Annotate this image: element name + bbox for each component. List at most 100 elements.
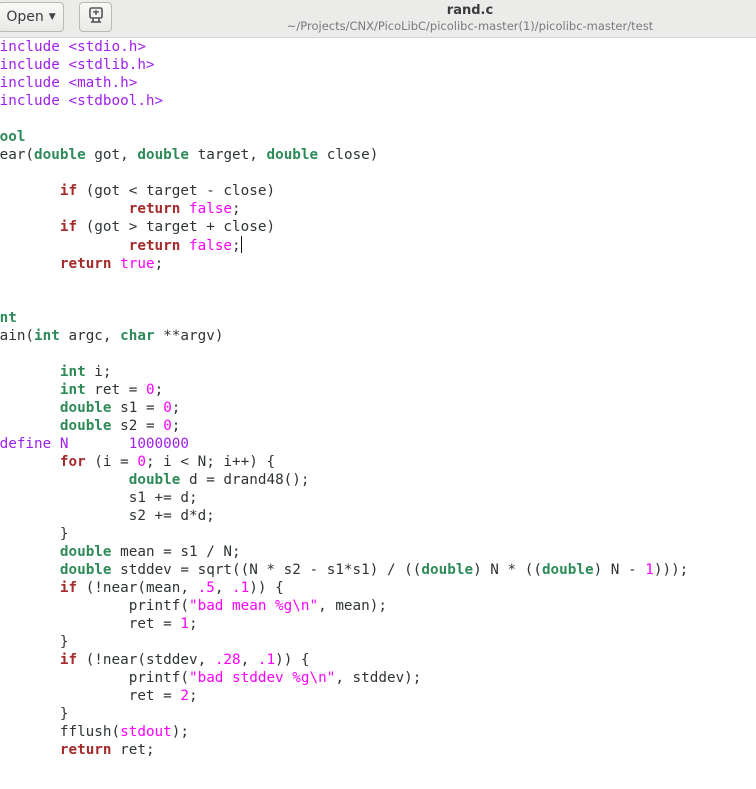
- code-line[interactable]: #include <stdbool.h>: [0, 92, 688, 110]
- code-line[interactable]: if (!near(stddev, .28, .1)) {: [0, 651, 688, 669]
- code-token-num: 1: [645, 562, 654, 578]
- code-token: d = drand48();: [180, 472, 310, 488]
- code-token-type: double: [59, 400, 112, 416]
- code-line[interactable]: s2 += d*d;: [0, 507, 688, 525]
- code-line[interactable]: int: [0, 309, 688, 327]
- code-line[interactable]: double d = drand48();: [0, 471, 688, 489]
- code-line[interactable]: ret = 1;: [0, 615, 688, 633]
- code-token: ;: [232, 201, 241, 217]
- code-token: got,: [85, 147, 138, 163]
- code-token: }: [59, 706, 69, 722]
- code-token-type: double: [59, 544, 112, 560]
- code-line[interactable]: #include <stdlib.h>: [0, 56, 688, 74]
- code-token: ; i < N; i++) {: [145, 454, 276, 470]
- code-token: }: [59, 526, 69, 542]
- code-token-type: double: [266, 147, 319, 163]
- code-token-num: .5: [197, 580, 215, 596]
- code-line[interactable]: }: [0, 705, 688, 723]
- code-line[interactable]: {: [0, 164, 688, 182]
- code-line[interactable]: int ret = 0;: [0, 381, 688, 399]
- code-line[interactable]: double s2 = 0;: [0, 417, 688, 435]
- code-line[interactable]: }: [0, 273, 688, 291]
- code-line[interactable]: fflush(stdout);: [0, 723, 688, 741]
- code-editor[interactable]: #include <stdio.h> #include <stdlib.h> #in…: [0, 38, 756, 789]
- code-token-type: char: [120, 328, 155, 344]
- code-line[interactable]: near(double got, double target, double c…: [0, 146, 688, 164]
- code-line[interactable]: double stddev = sqrt((N * s2 - s1*s1) / …: [0, 561, 688, 579]
- code-token-kw: for: [59, 454, 86, 470]
- code-token-type: double: [128, 472, 181, 488]
- code-line[interactable]: ​: [0, 110, 688, 128]
- code-line[interactable]: double s1 = 0;: [0, 399, 688, 417]
- code-token: s2 += d*d;: [0, 508, 215, 524]
- code-line[interactable]: if (!near(mean, .5, .1)) {: [0, 579, 688, 597]
- code-token-num: 0: [137, 454, 146, 470]
- code-token-type: bool: [0, 129, 26, 145]
- code-line[interactable]: printf("bad mean %g\n", mean);: [0, 597, 688, 615]
- code-line[interactable]: double mean = s1 / N;: [0, 543, 688, 561]
- code-line[interactable]: }: [0, 759, 688, 777]
- code-line[interactable]: return ret;: [0, 741, 688, 759]
- code-token: argc,: [59, 328, 121, 344]
- code-line[interactable]: ret = 2;: [0, 687, 688, 705]
- code-line[interactable]: if (got > target + close): [0, 218, 688, 236]
- code-token-type: int: [34, 328, 60, 344]
- code-line[interactable]: ​: [0, 291, 688, 309]
- code-text[interactable]: #include <stdio.h> #include <stdlib.h> #in…: [0, 38, 688, 777]
- code-token-num: .1: [232, 580, 250, 596]
- code-line[interactable]: for (i = 0; i < N; i++) {: [0, 453, 688, 471]
- code-token: ret;: [111, 742, 155, 758]
- code-token: , mean);: [318, 598, 387, 614]
- code-token: close): [318, 147, 379, 163]
- code-line[interactable]: s1 += d;: [0, 489, 688, 507]
- code-token: );: [171, 724, 189, 740]
- code-line[interactable]: #include <stdio.h>: [0, 38, 688, 56]
- code-token-str: "bad stddev %g\n": [188, 670, 336, 686]
- code-line[interactable]: return false;: [0, 200, 688, 218]
- code-token-num: .28: [214, 652, 241, 668]
- code-token-type: double: [421, 562, 474, 578]
- code-token: )) {: [249, 580, 284, 596]
- code-token-type: int: [59, 364, 86, 380]
- code-line[interactable]: int i;: [0, 363, 688, 381]
- code-line[interactable]: main(int argc, char **argv): [0, 327, 688, 345]
- code-line[interactable]: printf("bad stddev %g\n", stddev);: [0, 669, 688, 687]
- code-token: (got > target + close): [77, 219, 276, 235]
- window-title: rand.c: [446, 3, 494, 18]
- code-token-kw: return: [59, 742, 112, 758]
- code-line[interactable]: {: [0, 345, 688, 363]
- code-token-type: int: [0, 310, 17, 326]
- code-line[interactable]: if (got < target - close): [0, 182, 688, 200]
- new-document-button[interactable]: [79, 2, 112, 32]
- code-line[interactable]: return true;: [0, 255, 688, 273]
- code-token: printf(: [0, 670, 189, 686]
- code-line[interactable]: #define N 1000000: [0, 435, 688, 453]
- code-line[interactable]: #include <math.h>: [0, 74, 688, 92]
- open-button[interactable]: Open ▼: [0, 2, 64, 32]
- code-token: ;: [232, 238, 241, 254]
- code-token-num: .1: [257, 652, 276, 668]
- open-button-label: Open: [6, 9, 44, 25]
- code-token-type: double: [34, 147, 86, 163]
- code-token-str: "bad mean %g\n": [188, 598, 319, 614]
- code-token: }: [59, 634, 69, 650]
- code-line[interactable]: }: [0, 633, 688, 651]
- code-token: ;: [188, 688, 198, 704]
- code-line[interactable]: bool: [0, 128, 688, 146]
- code-token-type: double: [59, 562, 112, 578]
- code-line[interactable]: }: [0, 525, 688, 543]
- code-token-pp: #define N 1000000: [0, 436, 189, 452]
- code-line[interactable]: return false;: [0, 236, 688, 255]
- code-token-num: stdout: [120, 724, 172, 740]
